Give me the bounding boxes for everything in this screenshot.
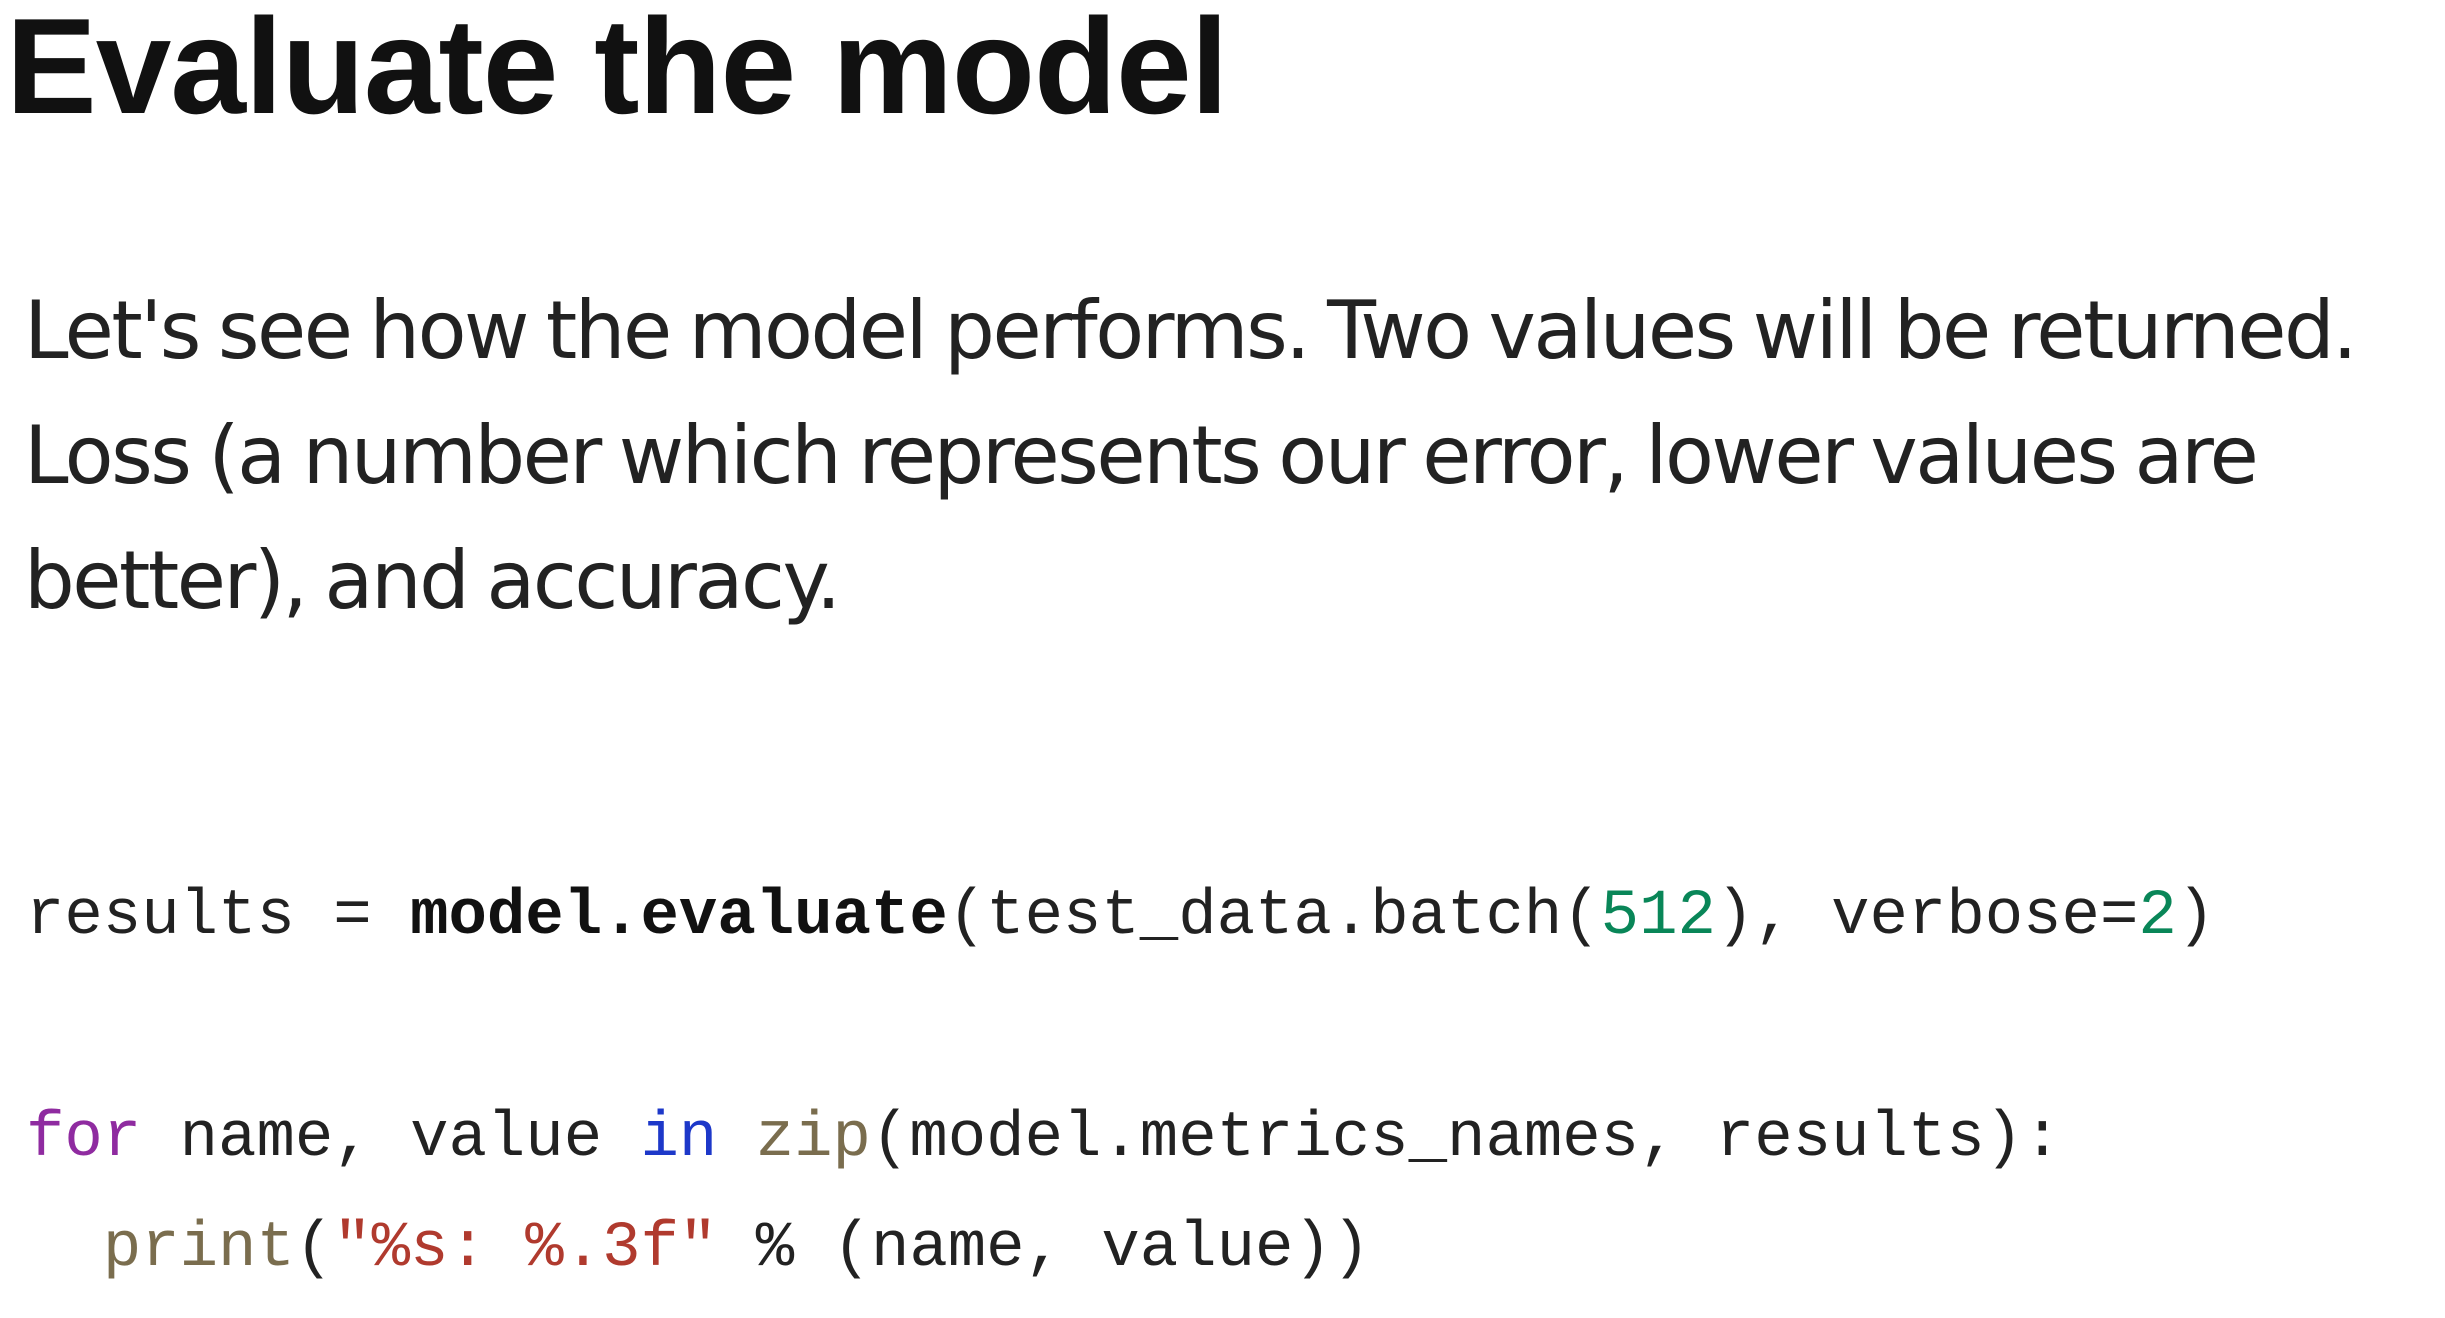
code-block: results = model.evaluate(test_data.batch…	[26, 862, 2215, 1304]
code-builtin-print: print	[102, 1213, 295, 1285]
code-builtin-zip: zip	[755, 1103, 871, 1175]
code-line-print: print("%s: %.3f" % (name, value))	[26, 1194, 2215, 1304]
code-number-verbose: 2	[2138, 881, 2177, 953]
page-title: Evaluate the model	[6, 0, 1228, 142]
code-args-mid: ), verbose=	[1715, 881, 2139, 953]
code-method-evaluate: model.evaluate	[410, 881, 948, 953]
code-print-rest: % (name, value))	[717, 1213, 1371, 1285]
code-args-open: (test_data.batch(	[947, 881, 1601, 953]
description-paragraph: Let's see how the model performs. Two va…	[24, 284, 2358, 627]
code-number-batch: 512	[1600, 881, 1716, 953]
code-line-evaluate: results = model.evaluate(test_data.batch…	[26, 862, 2215, 972]
code-keyword-in: in	[640, 1103, 718, 1175]
code-print-open: (	[294, 1213, 334, 1285]
code-format-string: "%s: %.3f"	[333, 1213, 718, 1285]
code-zip-args: (model.metrics_names, results):	[870, 1103, 2062, 1175]
slide: Evaluate the model Let's see how the mod…	[0, 0, 2445, 1318]
code-var-results: results	[26, 881, 295, 953]
code-args-close: )	[2176, 881, 2216, 953]
code-keyword-for: for	[26, 1103, 142, 1175]
code-line-for: for name, value in zip(model.metrics_nam…	[26, 1084, 2215, 1194]
code-operator: =	[294, 881, 411, 953]
code-loop-vars: name, value	[141, 1103, 641, 1175]
